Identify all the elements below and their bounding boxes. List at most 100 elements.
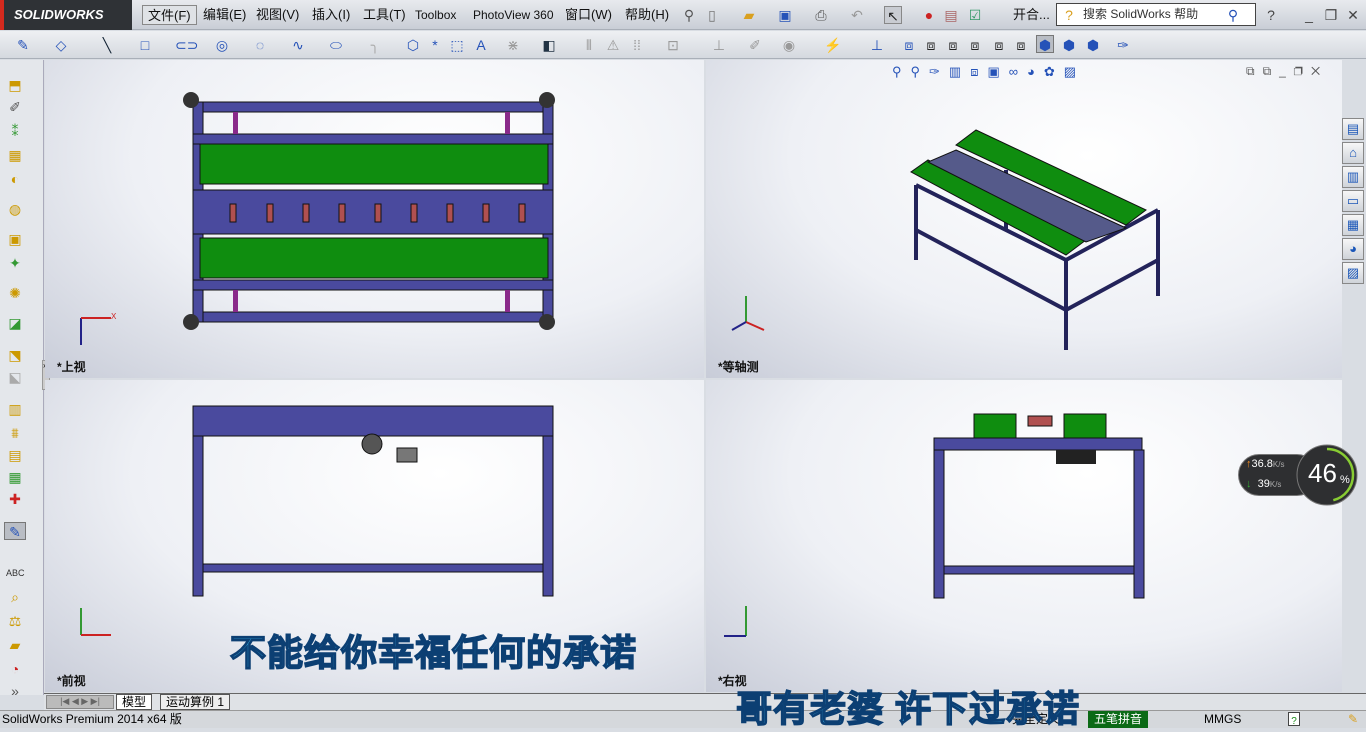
dome-icon[interactable]: ◪ [6, 314, 24, 332]
undo-icon[interactable]: ↶ [848, 6, 866, 24]
circle-icon[interactable]: ◎ [213, 36, 231, 54]
spell-check-icon[interactable]: ABC [6, 564, 25, 582]
wrap-icon[interactable]: ✺ [6, 284, 24, 302]
minimize-icon[interactable]: _ [1300, 6, 1318, 24]
fillet-feature-icon[interactable]: ◍ [6, 200, 24, 218]
menu-file[interactable]: 文件(F) [142, 5, 197, 25]
status-pin-icon[interactable]: ✎ [1348, 711, 1358, 728]
section-icon[interactable]: ▰ [6, 636, 24, 654]
search-magnifier-icon[interactable]: ⚲ [1224, 6, 1242, 24]
explode-icon[interactable]: ▦ [6, 468, 24, 486]
instant3d-icon[interactable]: ▥ [6, 400, 24, 418]
options-icon[interactable]: ☑ [966, 6, 984, 24]
fillet-icon[interactable]: ╮ [366, 36, 384, 54]
polygon-icon[interactable]: ⬡ [404, 36, 422, 54]
viewport-isometric[interactable]: ⚲⚲✑▥⧈▣∞◕✿▨ ⧉⧉_❐✕ *等轴测 [706, 60, 1342, 378]
menu-insert[interactable]: 插入(I) [307, 5, 355, 25]
appearances-icon[interactable]: ◕ [1342, 238, 1364, 260]
new-file-icon[interactable]: ▯ [703, 6, 721, 24]
menu-window[interactable]: 窗口(W) [560, 5, 617, 25]
units-indicator[interactable]: MMGS [1204, 711, 1241, 728]
view-isometric-icon[interactable]: ⬢ [1036, 35, 1054, 53]
view-trimetric-icon[interactable]: ⬢ [1060, 36, 1078, 54]
home-icon[interactable]: ⌂ [1342, 142, 1364, 164]
file-explorer-icon[interactable]: ▭ [1342, 190, 1364, 212]
loft-icon[interactable]: ▦ [6, 146, 24, 164]
design-library-icon[interactable]: ▥ [1342, 166, 1364, 188]
simulation-icon[interactable]: ◔ [6, 660, 24, 678]
reference-geometry-icon[interactable]: ⬔ [6, 346, 24, 364]
menu-toolbox[interactable]: Toolbox [410, 5, 461, 25]
viewport-right[interactable]: *右视 [706, 380, 1342, 692]
line-icon[interactable]: ╲ [98, 36, 116, 54]
status-help-icon[interactable]: ? [1288, 712, 1300, 727]
mirror-icon[interactable]: ⚠ [604, 36, 622, 54]
pattern-icon[interactable]: ⁞⁞ [628, 36, 646, 54]
revolve-icon[interactable]: ✐ [6, 98, 24, 116]
repair-icon[interactable]: ✐ [746, 36, 764, 54]
viewport-window-controls[interactable]: ⧉⧉_❐✕ [1246, 64, 1328, 79]
mate-icon[interactable]: ▤ [6, 446, 24, 464]
assembly-icon[interactable]: ⩩ [6, 424, 24, 442]
ime-indicator[interactable]: 五笔拼音 [1088, 711, 1149, 728]
rectangle-icon[interactable]: □ [136, 36, 154, 54]
relations-icon[interactable]: ⊥ [710, 36, 728, 54]
pin-icon[interactable]: ⚲ [680, 6, 698, 24]
more-chevron-icon[interactable]: » [6, 682, 24, 700]
move-icon[interactable]: ⊡ [664, 36, 682, 54]
text-icon[interactable]: A [472, 36, 490, 54]
rebuild-icon[interactable]: ● [920, 6, 938, 24]
construction-icon[interactable]: ⬚ [448, 36, 466, 54]
menu-photoview[interactable]: PhotoView 360 [468, 5, 559, 25]
smart-dimension-icon[interactable]: ◇ [52, 36, 70, 54]
print-icon[interactable]: ⎙ [812, 6, 830, 24]
file-properties-icon[interactable]: ▤ [942, 6, 960, 24]
view-right-icon[interactable]: ⧈ [966, 36, 984, 54]
open-icon[interactable]: ▰ [740, 6, 758, 24]
tab-model[interactable]: 模型 [116, 694, 153, 710]
view-top-icon[interactable]: ⧈ [990, 36, 1008, 54]
arc-icon[interactable]: ◌ [251, 36, 269, 54]
view-front-icon[interactable]: ⧈ [900, 36, 918, 54]
view-back-icon[interactable]: ⧈ [922, 36, 940, 54]
tab-scroll-arrows[interactable]: |◀ ◀ ▶ ▶| [46, 695, 114, 709]
view-dimetric-icon[interactable]: ⬢ [1084, 36, 1102, 54]
convert-entities-icon[interactable]: ◧ [540, 36, 558, 54]
close-icon[interactable]: ✕ [1344, 6, 1362, 24]
view-left-icon[interactable]: ⧈ [944, 36, 962, 54]
select-icon[interactable]: ↖ [884, 6, 902, 24]
viewport-top[interactable]: X *上视 [45, 60, 704, 378]
normal-to-icon[interactable]: ⊥ [868, 36, 886, 54]
quick-snaps-icon[interactable]: ◉ [780, 36, 798, 54]
view-palette-icon[interactable]: ▦ [1342, 214, 1364, 236]
evaluate-icon[interactable]: ⌕ [6, 588, 24, 606]
point-icon[interactable]: * [426, 36, 444, 54]
spline-icon[interactable]: ∿ [289, 36, 307, 54]
menu-view[interactable]: 视图(V) [251, 5, 304, 25]
rib-icon[interactable]: ✦ [6, 254, 24, 272]
solidworks-resources-icon[interactable]: ▤ [1342, 118, 1364, 140]
sketch-tab-icon[interactable]: ✎ [4, 522, 26, 540]
ellipse-icon[interactable]: ⬭ [327, 36, 345, 54]
instant2d-icon[interactable]: ⚡ [824, 36, 842, 54]
cut-icon[interactable]: ◐ [6, 170, 24, 188]
menu-tools[interactable]: 工具(T) [358, 5, 411, 25]
extrude-boss-icon[interactable]: ⬒ [6, 76, 24, 94]
custom-properties-icon[interactable]: ▨ [1342, 262, 1364, 284]
sketch-icon[interactable]: ✎ [14, 36, 32, 54]
measure-icon[interactable]: ✑ [1114, 36, 1132, 54]
bom-icon[interactable]: ✚ [6, 490, 24, 508]
curves-icon[interactable]: ⬕ [6, 368, 24, 386]
menu-help[interactable]: 帮助(H) [620, 5, 674, 25]
help-icon[interactable]: ? [1262, 6, 1280, 24]
trim-icon[interactable]: ⋇ [504, 36, 522, 54]
heads-up-view-toolbar[interactable]: ⚲⚲✑▥⧈▣∞◕✿▨ [892, 64, 1085, 80]
slot-icon[interactable]: ⊂⊃ [175, 36, 198, 54]
tab-motion-study[interactable]: 运动算例 1 [160, 694, 231, 710]
save-icon[interactable]: ▣ [776, 6, 794, 24]
offset-icon[interactable]: ⫴ [580, 36, 598, 54]
linear-pattern-icon[interactable]: ▣ [6, 230, 24, 248]
menu-edit[interactable]: 编辑(E) [198, 5, 251, 25]
restore-icon[interactable]: ❐ [1322, 6, 1340, 24]
view-bottom-icon[interactable]: ⧈ [1012, 36, 1030, 54]
